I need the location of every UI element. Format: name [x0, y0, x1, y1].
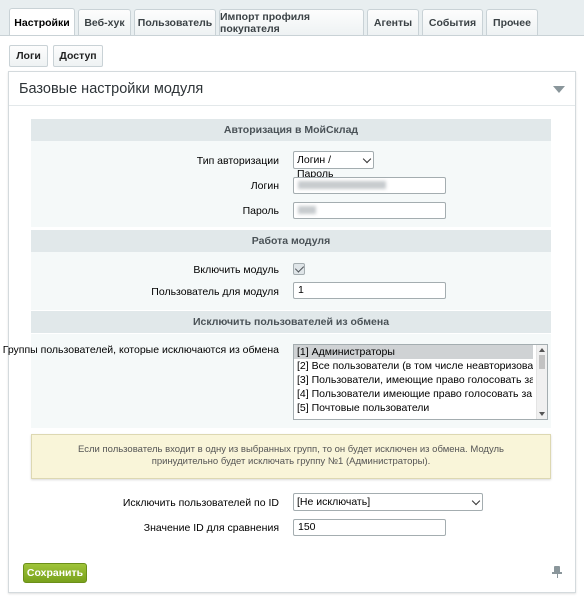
subtab-access[interactable]: Доступ [53, 45, 103, 67]
id-compare-input[interactable]: 150 [293, 519, 446, 536]
page-edge [580, 36, 584, 600]
redacted-value [298, 181, 386, 189]
tab-import-profile[interactable]: Импорт профиля покупателя [219, 9, 364, 35]
scroll-thumb[interactable] [539, 355, 545, 369]
save-button[interactable]: Сохранить [23, 563, 87, 583]
tab-agents[interactable]: Агенты [367, 9, 419, 35]
login-label: Логин [250, 180, 279, 192]
work-section-body [31, 251, 551, 310]
pin-needle [556, 574, 558, 578]
exclude-by-id-select[interactable]: [Не исключать] [293, 493, 483, 511]
subtab-logs[interactable]: Логи [9, 45, 48, 67]
exclude-by-id-value: [Не исключать] [297, 496, 371, 508]
tab-webhook[interactable]: Веб-хук [78, 9, 131, 35]
list-item[interactable]: [1] Администраторы [294, 345, 533, 359]
tab-user[interactable]: Пользователь [134, 9, 216, 35]
section-header-work: Работа модуля [31, 230, 551, 252]
login-input[interactable] [293, 177, 446, 194]
pin-icon[interactable] [552, 566, 562, 578]
redacted-value [298, 206, 316, 214]
auth-type-select[interactable]: Логин / Пароль [293, 151, 374, 180]
section-header-exclude: Исключить пользователей из обмена [31, 311, 551, 333]
exclusion-note: Если пользователь входит в одну из выбра… [31, 434, 551, 479]
scroll-down-icon[interactable] [539, 412, 545, 416]
listbox-scrollbar[interactable] [536, 345, 547, 419]
list-item[interactable]: [2] Все пользователи (в том числе неавто… [294, 359, 533, 373]
password-label: Пароль [242, 205, 279, 217]
module-settings-panel: Базовые настройки модуля Авторизация в М… [3, 71, 576, 593]
list-item[interactable]: [4] Пользователи имеющие право голосоват… [294, 387, 533, 401]
auth-section-body [31, 141, 551, 227]
chevron-down-icon [362, 154, 372, 164]
module-user-label: Пользователь для модуля [151, 286, 279, 298]
section-header-auth: Авторизация в МойСклад [31, 119, 551, 141]
exclude-by-id-label: Исключить пользователей по ID [122, 497, 279, 509]
list-item[interactable]: [3] Пользователи, имеющие право голосова… [294, 373, 533, 387]
tab-other[interactable]: Прочее [486, 9, 538, 35]
tab-settings[interactable]: Настройки [9, 8, 75, 36]
tab-events[interactable]: События [422, 9, 483, 35]
enable-module-checkbox[interactable] [293, 263, 305, 275]
collapse-icon[interactable] [553, 86, 565, 93]
auth-type-label: Тип авторизации [196, 155, 279, 167]
excluded-groups-label: Группы пользователей, которые исключаютс… [2, 344, 279, 356]
panel-title: Базовые настройки модуля [19, 81, 204, 97]
settings-tabs: Настройки Веб-хук Пользователь Импорт пр… [0, 0, 584, 36]
id-compare-label: Значение ID для сравнения [143, 522, 279, 534]
chevron-down-icon [471, 496, 481, 506]
enable-module-label: Включить модуль [193, 264, 279, 276]
scroll-up-icon[interactable] [539, 348, 545, 352]
list-item[interactable]: [5] Почтовые пользователи [294, 401, 533, 415]
divider [9, 105, 575, 106]
excluded-groups-listbox[interactable]: [1] Администраторы [2] Все пользователи … [293, 344, 548, 420]
module-user-input[interactable]: 1 [293, 282, 446, 299]
password-input[interactable] [293, 202, 446, 219]
